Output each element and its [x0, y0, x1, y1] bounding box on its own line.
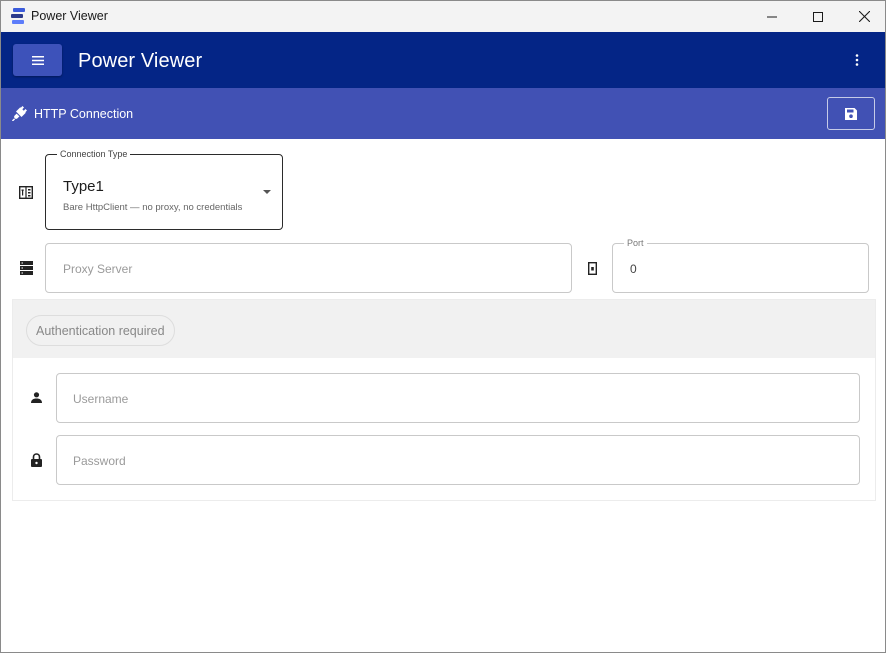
save-icon [845, 107, 857, 120]
minimize-button[interactable] [749, 1, 795, 32]
dropdown-arrow-icon [263, 190, 271, 194]
connection-type-label: Connection Type [57, 148, 131, 160]
port-value: 0 [630, 262, 637, 276]
app-bar: Power Viewer [1, 32, 885, 88]
lock-icon [29, 452, 43, 467]
page-title: HTTP Connection [34, 107, 134, 121]
password-placeholder: Password [73, 454, 126, 468]
page-header: HTTP Connection [1, 88, 885, 139]
proxy-server-placeholder: Proxy Server [63, 262, 133, 276]
app-window: Power Viewer Power Viewer HTTP Connectio… [0, 0, 886, 653]
more-vertical-icon [855, 54, 859, 66]
hamburger-menu-icon [31, 55, 44, 65]
username-input[interactable]: Username [56, 373, 860, 423]
authentication-required-toggle[interactable]: Authentication required [26, 315, 175, 346]
connection-type-icon [17, 184, 35, 200]
more-options-button[interactable] [847, 49, 867, 71]
close-button[interactable] [841, 1, 885, 32]
maximize-icon [813, 11, 823, 22]
authentication-header: Authentication required [13, 300, 875, 358]
save-button[interactable] [827, 97, 875, 130]
app-title: Power Viewer [78, 50, 203, 72]
connection-type-value: Type1 [63, 178, 104, 195]
password-input[interactable]: Password [56, 435, 860, 485]
authentication-panel: Authentication required Username Passwor… [12, 299, 876, 501]
connection-type-select[interactable]: Connection Type Type1 Bare HttpClient — … [45, 148, 283, 230]
maximize-button[interactable] [795, 1, 841, 32]
close-icon [858, 11, 870, 22]
person-icon [29, 390, 43, 404]
minimize-icon [767, 16, 777, 17]
connection-type-helper: Bare HttpClient — no proxy, no credentia… [63, 202, 243, 213]
server-icon [17, 260, 35, 276]
port-icon [585, 260, 599, 276]
plug-icon [12, 106, 27, 121]
username-placeholder: Username [73, 392, 129, 406]
port-label: Port [624, 237, 647, 249]
port-input[interactable]: Port 0 [612, 237, 869, 293]
title-bar[interactable]: Power Viewer [1, 1, 885, 32]
app-stack-icon [11, 8, 25, 24]
proxy-server-input[interactable]: Proxy Server [45, 243, 572, 293]
window-title: Power Viewer [31, 9, 108, 23]
menu-button[interactable] [13, 44, 62, 76]
